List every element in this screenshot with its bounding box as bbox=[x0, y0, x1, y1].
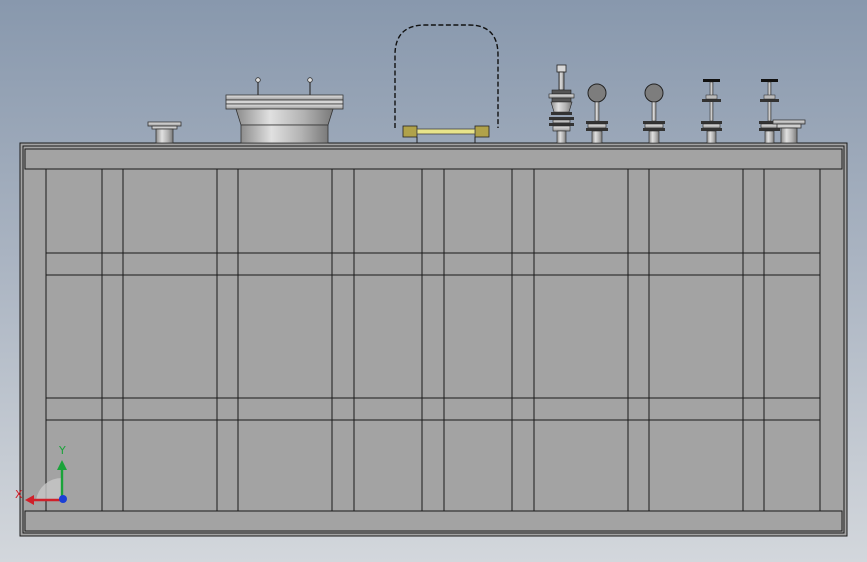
tank-bottom-band bbox=[24, 510, 843, 532]
pressure-gauge-icon bbox=[643, 83, 665, 144]
tank-top-band bbox=[24, 148, 843, 170]
nozzle-right bbox=[772, 119, 806, 144]
valve-icon bbox=[701, 79, 722, 144]
tank-outer-frame bbox=[19, 142, 848, 537]
valve-icon bbox=[759, 79, 780, 144]
transformer-tank-drawing: Y X bbox=[15, 24, 848, 537]
manhole-flange-icon bbox=[225, 77, 344, 144]
pressure-gauge-icon bbox=[586, 83, 608, 144]
nozzle-left bbox=[147, 121, 182, 144]
axis-y-label: Y bbox=[58, 444, 66, 457]
cad-viewport[interactable]: Y X bbox=[0, 0, 867, 562]
valve-stack-tall bbox=[548, 64, 575, 144]
level-sight-gauge-icon bbox=[394, 24, 499, 143]
tank-body bbox=[19, 142, 848, 537]
axis-x-label: X bbox=[15, 488, 23, 501]
